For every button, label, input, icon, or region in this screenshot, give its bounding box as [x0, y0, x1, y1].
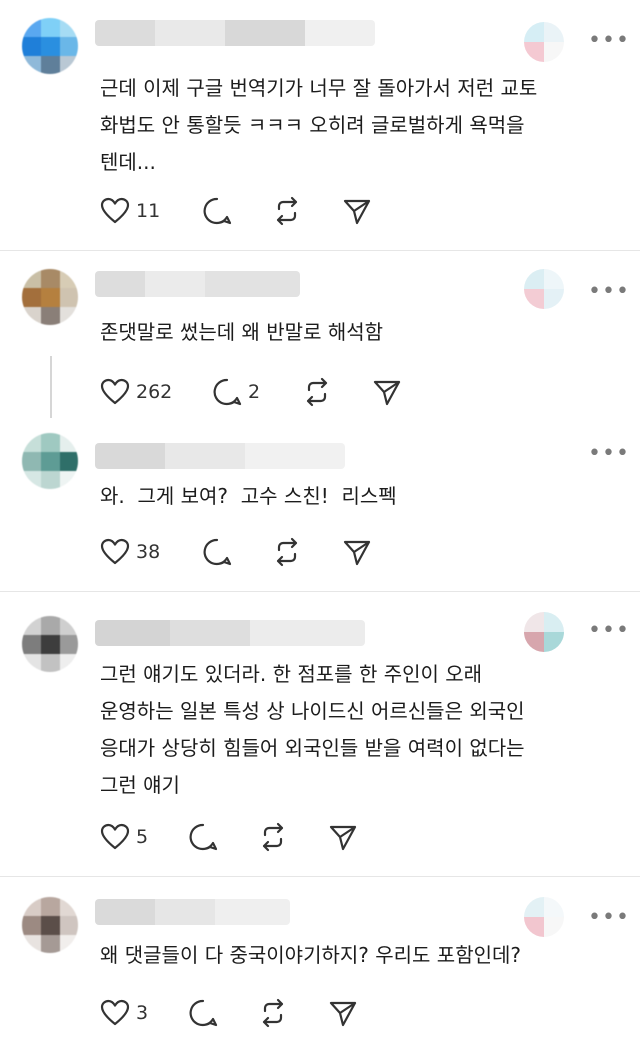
reply-button[interactable]: [202, 537, 238, 567]
username-blurred[interactable]: [95, 899, 290, 925]
repost-button[interactable]: [272, 537, 302, 567]
more-options-icon[interactable]: •••: [588, 620, 629, 642]
avatar[interactable]: [22, 18, 78, 74]
comment-bubble-icon: [202, 537, 232, 567]
username-blurred[interactable]: [95, 443, 345, 469]
reply-button[interactable]: [202, 196, 238, 226]
send-icon: [372, 377, 402, 407]
like-count: 11: [136, 200, 161, 222]
repost-icon: [258, 998, 288, 1028]
repost-button[interactable]: [258, 998, 288, 1028]
avatar[interactable]: [22, 897, 78, 953]
verified-badge-blurred: [524, 269, 564, 309]
repost-icon: [272, 196, 302, 226]
like-button[interactable]: 262: [100, 377, 172, 407]
action-bar: 38: [100, 537, 400, 567]
like-button[interactable]: 38: [100, 537, 160, 567]
verified-badge-blurred: [524, 897, 564, 937]
username-blurred[interactable]: [95, 20, 375, 46]
heart-icon: [100, 197, 130, 225]
share-button[interactable]: [328, 998, 358, 1028]
comment-5: ••• 왜 댓글들이 다 중국이야기하지? 우리도 포함인데? 3: [0, 877, 640, 1050]
send-icon: [342, 196, 372, 226]
like-count: 5: [136, 826, 149, 848]
repost-icon: [302, 377, 332, 407]
comment-4: ••• 그런 얘기도 있더라. 한 점포를 한 주인이 오래 운영하는 일본 특…: [0, 592, 640, 876]
comment-text: 그런 얘기도 있더라. 한 점포를 한 주인이 오래 운영하는 일본 특성 상 …: [100, 662, 525, 797]
comment-2: ••• 존댓말로 썼는데 왜 반말로 해석함 262 2: [0, 251, 640, 421]
more-options-icon[interactable]: •••: [588, 281, 629, 303]
comment-1: ••• 근데 이제 구글 번역기가 너무 잘 돌아가서 저런 교토 화법도 안 …: [0, 0, 640, 250]
avatar[interactable]: [22, 269, 78, 325]
heart-icon: [100, 999, 130, 1027]
action-bar: 11: [100, 196, 400, 226]
repost-button[interactable]: [272, 196, 302, 226]
like-button[interactable]: 3: [100, 998, 148, 1028]
comment-text: 왜 댓글들이 다 중국이야기하지? 우리도 포함인데?: [100, 943, 522, 967]
repost-button[interactable]: [302, 377, 332, 407]
share-button[interactable]: [342, 537, 372, 567]
more-options-icon[interactable]: •••: [588, 30, 629, 52]
verified-badge-blurred: [524, 612, 564, 652]
comment-text: 존댓말로 썼는데 왜 반말로 해석함: [100, 320, 384, 344]
action-bar: 3: [100, 998, 400, 1028]
reply-button[interactable]: 2: [212, 377, 260, 407]
comment-3: ••• 와. 그게 보여? 고수 스친! 리스펙 38: [0, 421, 640, 591]
send-icon: [328, 998, 358, 1028]
comment-text: 근데 이제 구글 번역기가 너무 잘 돌아가서 저런 교토 화법도 안 통할듯 …: [100, 76, 538, 174]
like-count: 262: [136, 381, 173, 403]
comment-bubble-icon: [188, 822, 218, 852]
comment-text: 와. 그게 보여? 고수 스친! 리스펙: [100, 484, 397, 508]
reply-button[interactable]: [188, 822, 224, 852]
heart-icon: [100, 538, 130, 566]
like-count: 38: [136, 541, 161, 563]
share-button[interactable]: [328, 822, 358, 852]
like-count: 3: [136, 1002, 149, 1024]
comment-bubble-icon: [202, 196, 232, 226]
repost-button[interactable]: [258, 822, 288, 852]
reply-count: 2: [248, 381, 261, 403]
repost-icon: [272, 537, 302, 567]
share-button[interactable]: [342, 196, 372, 226]
comment-bubble-icon: [188, 998, 218, 1028]
action-bar: 5: [100, 822, 400, 852]
avatar[interactable]: [22, 433, 78, 489]
share-button[interactable]: [372, 377, 402, 407]
comment-bubble-icon: [212, 377, 242, 407]
send-icon: [342, 537, 372, 567]
thread-line: [50, 356, 52, 418]
like-button[interactable]: 5: [100, 822, 148, 852]
send-icon: [328, 822, 358, 852]
heart-icon: [100, 823, 130, 851]
verified-badge-blurred: [524, 22, 564, 62]
more-options-icon[interactable]: •••: [588, 907, 629, 929]
username-blurred[interactable]: [95, 271, 300, 297]
repost-icon: [258, 822, 288, 852]
action-bar: 262 2: [100, 377, 420, 407]
avatar[interactable]: [22, 616, 78, 672]
like-button[interactable]: 11: [100, 196, 160, 226]
reply-button[interactable]: [188, 998, 224, 1028]
more-options-icon[interactable]: •••: [588, 443, 629, 465]
heart-icon: [100, 378, 130, 406]
username-blurred[interactable]: [95, 620, 365, 646]
